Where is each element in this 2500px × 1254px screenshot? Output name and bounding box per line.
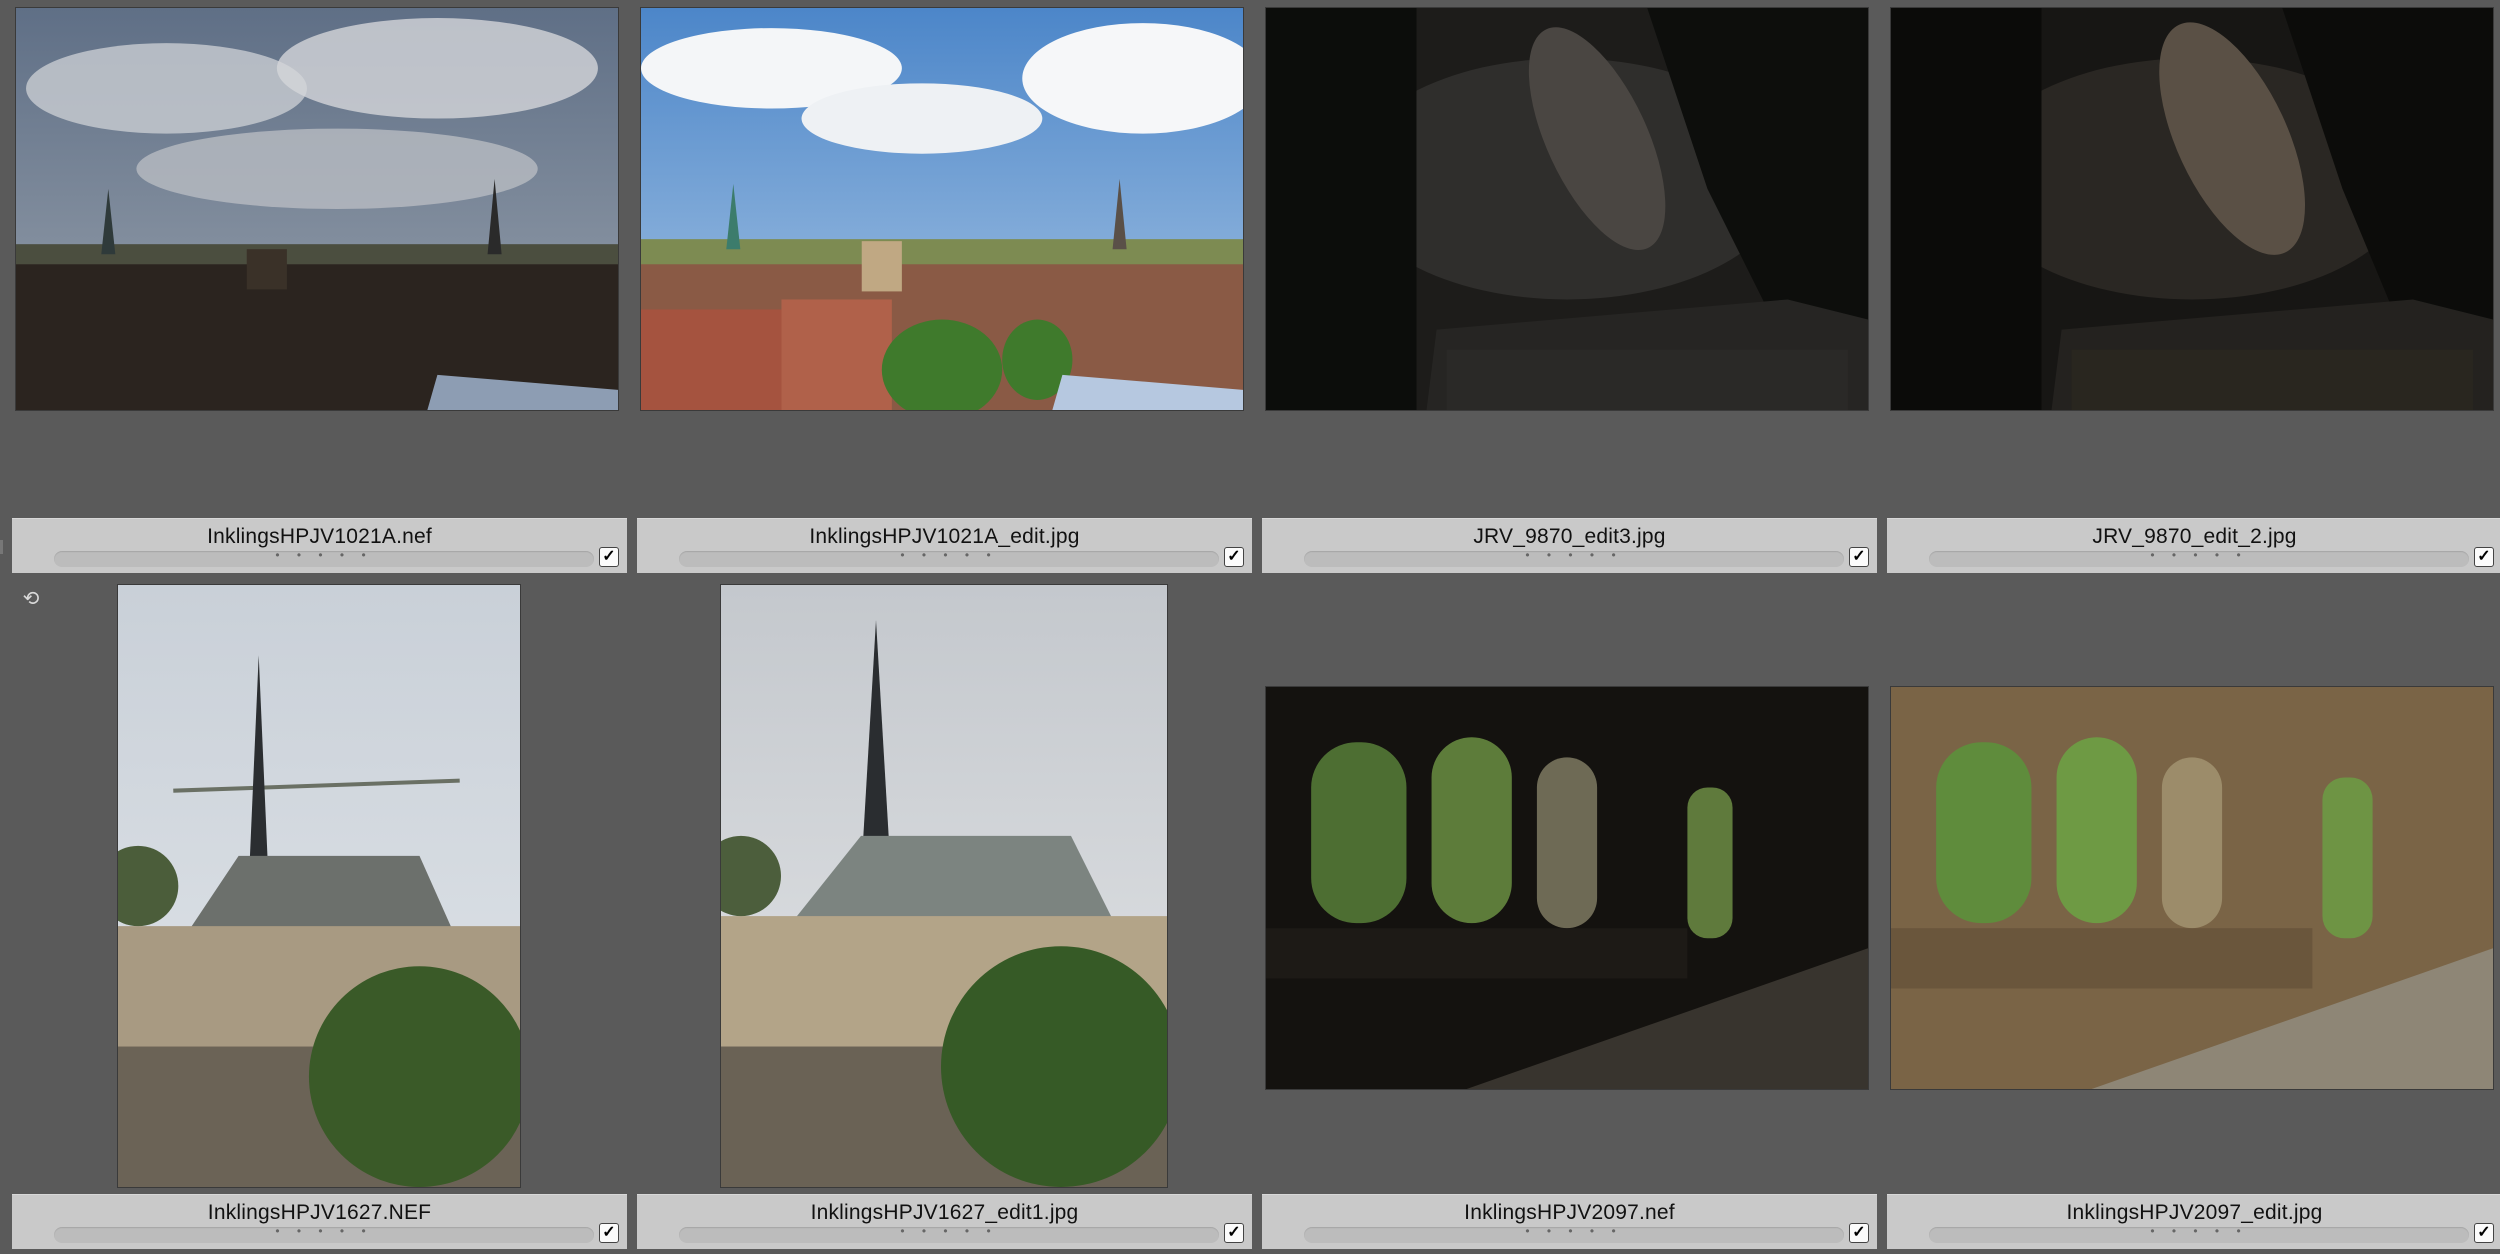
select-checkbox[interactable]: ✓ [599,1223,619,1243]
rating-bar[interactable]: • • • • • [679,1224,1219,1243]
rating-bar[interactable]: • • • • • [679,548,1219,567]
thumbnail-image-church-crane[interactable] [118,585,520,1187]
thumbnail-cell[interactable]: InklingsHPJV1627.NEF • • • • • ✓ [12,580,627,1254]
filename-label: InklingsHPJV2097.nef [1464,1201,1675,1224]
thumbnail-footer: JRV_9870_edit3.jpg • • • • • ✓ [1262,518,1877,573]
select-checkbox[interactable]: ✓ [1224,1223,1244,1243]
filename-label: JRV_9870_edit_2.jpg [2092,525,2297,548]
thumbnail-footer: InklingsHPJV1627.NEF • • • • • ✓ [12,1194,627,1249]
filename-label: InklingsHPJV1021A.nef [207,525,432,548]
select-checkbox[interactable]: ✓ [1224,547,1244,567]
thumbnail-footer: InklingsHPJV1021A_edit.jpg • • • • • ✓ [637,518,1252,573]
filename-label: JRV_9870_edit3.jpg [1473,525,1666,548]
rating-stars[interactable]: • • • • • [1929,1224,2469,1238]
filename-label: InklingsHPJV1627.NEF [207,1201,432,1224]
rating-stars[interactable]: • • • • • [54,548,594,562]
thumbnail-cell[interactable]: JRV_9870_edit_2.jpg • • • • • ✓ [1887,0,2500,573]
panel-edge-marker [0,540,3,554]
filename-label: InklingsHPJV1627_edit1.jpg [810,1201,1079,1224]
thumbnail-cell[interactable]: InklingsHPJV1021A_edit.jpg • • • • • ✓ [637,0,1252,573]
select-checkbox[interactable]: ✓ [1849,1223,1869,1243]
rating-bar[interactable]: • • • • • [1304,1224,1844,1243]
rating-stars[interactable]: • • • • • [1304,548,1844,562]
thumbnail-image-cloister-edit[interactable] [1891,687,2493,1089]
rating-bar[interactable]: • • • • • [1304,548,1844,567]
thumbnail-cell[interactable]: InklingsHPJV1627_edit1.jpg • • • • • ✓ [637,580,1252,1254]
rating-stars[interactable]: • • • • • [1929,548,2469,562]
rating-bar[interactable]: • • • • • [1929,548,2469,567]
thumbnail-image-skyline-raw[interactable] [16,8,618,410]
select-checkbox[interactable]: ✓ [1849,547,1869,567]
rating-bar[interactable]: • • • • • [54,548,594,567]
rating-bar[interactable]: • • • • • [54,1224,594,1243]
thumbnail-footer: JRV_9870_edit_2.jpg • • • • • ✓ [1887,518,2500,573]
rating-stars[interactable]: • • • • • [679,548,1219,562]
rating-stars[interactable]: • • • • • [1304,1224,1844,1238]
thumbnail-image-milky-way[interactable] [1266,8,1868,410]
thumbnail-cell[interactable]: JRV_9870_edit3.jpg • • • • • ✓ [1262,0,1877,573]
rating-stars[interactable]: • • • • • [679,1224,1219,1238]
select-checkbox[interactable]: ✓ [2474,547,2494,567]
thumbnail-footer: InklingsHPJV1021A.nef • • • • • ✓ [12,518,627,573]
thumbnail-footer: InklingsHPJV2097_edit.jpg • • • • • ✓ [1887,1194,2500,1249]
thumbnail-cell[interactable]: InklingsHPJV2097.nef • • • • • ✓ [1262,580,1877,1254]
filename-label: InklingsHPJV1021A_edit.jpg [809,525,1080,548]
thumbnail-footer: InklingsHPJV2097.nef • • • • • ✓ [1262,1194,1877,1249]
thumbnail-cell[interactable]: InklingsHPJV2097_edit.jpg • • • • • ✓ [1887,580,2500,1254]
thumbnail-footer: InklingsHPJV1627_edit1.jpg • • • • • ✓ [637,1194,1252,1249]
select-checkbox[interactable]: ✓ [2474,1223,2494,1243]
thumbnail-image-church-edit[interactable] [721,585,1167,1187]
thumbnail-cell[interactable]: InklingsHPJV1021A.nef • • • • • ✓ [12,0,627,573]
thumbnail-image-milky-way-edit[interactable] [1891,8,2493,410]
thumbnail-image-skyline-edit[interactable] [641,8,1243,410]
thumbnail-image-cloister-raw[interactable] [1266,687,1868,1089]
rating-stars[interactable]: • • • • • [54,1224,594,1238]
rating-bar[interactable]: • • • • • [1929,1224,2469,1243]
filename-label: InklingsHPJV2097_edit.jpg [2066,1201,2323,1224]
select-checkbox[interactable]: ✓ [599,547,619,567]
